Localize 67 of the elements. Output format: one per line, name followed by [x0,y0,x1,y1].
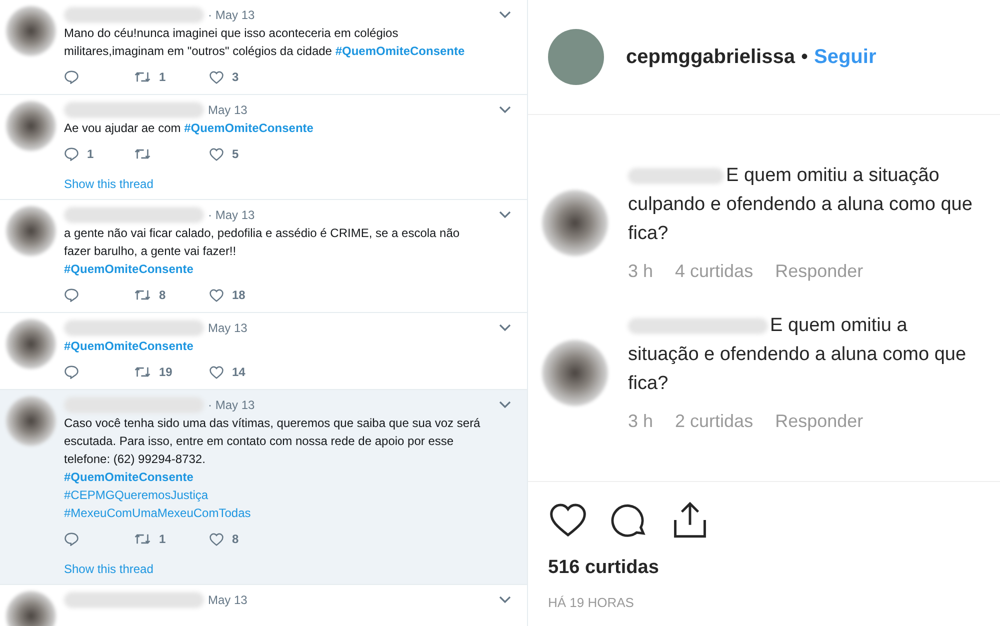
retweet-icon[interactable] [134,70,151,84]
comment-likes[interactable]: 2 curtidas [675,408,754,435]
reply-icon[interactable] [64,147,79,161]
caret-icon[interactable] [499,401,511,409]
action-count: 8 [232,531,239,548]
action-count: 19 [159,364,172,381]
blurred-avatar [542,190,608,256]
tweet-text: Ae vou ajudar ae com #QuemOmiteConsente [64,120,314,137]
comment-text: E quem omitiu a situação culpando e ofendendo a aluna como que fica? [628,164,973,246]
hashtag-link[interactable]: #QuemOmiteConsente [184,121,314,135]
action-count: 1 [159,531,166,548]
share-icon[interactable] [672,500,708,540]
caret-icon[interactable] [499,211,511,219]
hashtag-link[interactable]: #CEPMGQueremosJustiça [64,488,208,502]
action-count: 18 [232,287,246,304]
username[interactable]: cepmggabrielissa [626,42,795,72]
tweet-date[interactable]: · May 13 [208,396,255,414]
reply-icon[interactable] [64,365,79,379]
tweet-date[interactable]: May 13 [208,319,248,337]
reply-button[interactable]: Responder [775,408,864,435]
show-thread-link[interactable]: Show this thread [64,175,511,193]
tweet-date[interactable]: · May 13 [208,206,255,224]
tweet-text: Caso você tenha sido uma das vítimas, queremos que saiba que sua voz será escutada. Para isso, entre em contato com nossa rede de apoio por esse telefone: (62) 99294-8732. [64,415,482,468]
reply-icon[interactable] [64,532,79,546]
hashtag-link[interactable]: #QuemOmiteConsente [335,44,465,58]
comment-time: 3 h [628,410,654,433]
blurred-avatar [542,340,608,406]
action-count: 5 [232,146,239,163]
like-count[interactable]: 516 curtidas [548,554,1000,582]
hashtag-link[interactable]: #MexeuComUmaMexeuComTodas [64,506,251,520]
tweet-text: Mano do céu!nunca imaginei que isso aconteceria em colégios militares,imaginam em "outros" colégios da cidade #QuemOmiteConsente [64,25,466,60]
caret-icon[interactable] [499,11,511,19]
action-count: 1 [159,69,166,86]
show-thread-link[interactable]: Show this thread [64,560,511,578]
retweet-icon[interactable] [134,365,151,379]
hashtag-link[interactable]: #QuemOmiteConsente [64,470,194,484]
action-count: 3 [232,69,239,86]
reply-button[interactable]: Responder [775,258,864,285]
tweet-date[interactable]: · May 13 [208,6,255,24]
blurred-avatar [6,591,56,626]
reply-icon[interactable] [64,288,79,302]
hashtag-link[interactable]: #QuemOmiteConsente [64,339,194,353]
blurred-avatar [6,319,56,369]
comment-likes[interactable]: 4 curtidas [675,258,754,285]
tweet-date[interactable]: May 13 [208,591,248,609]
blurred-avatar [6,6,56,56]
post-time: HÁ 19 HORAS [548,594,635,612]
reply-icon[interactable] [64,70,79,84]
action-count: 8 [159,287,166,304]
tweet-date[interactable]: May 13 [208,101,248,119]
caret-icon[interactable] [499,106,511,114]
tweet-text: a gente não vai ficar calado, pedofilia e assédio é CRIME, se a escola não fazer barulho, a gente vai fazer!! [64,225,461,260]
action-count: 1 [87,146,94,163]
blurred-avatar [6,101,56,151]
caret-icon[interactable] [499,324,511,332]
action-count: 14 [232,364,246,381]
caret-icon[interactable] [499,596,511,604]
hashtag-link[interactable]: #QuemOmiteConsente [64,262,194,276]
blurred-avatar [6,396,56,446]
retweet-icon[interactable] [134,147,151,161]
comment-text: E quem omitiu a situação e ofendendo a aluna como que fica? [628,314,968,396]
separator-dot: • [800,45,808,70]
blurred-avatar [6,206,56,256]
retweet-icon[interactable] [134,532,151,546]
retweet-icon[interactable] [134,288,151,302]
follow-button[interactable]: Seguir [814,42,876,72]
comment-time: 3 h [628,260,654,283]
